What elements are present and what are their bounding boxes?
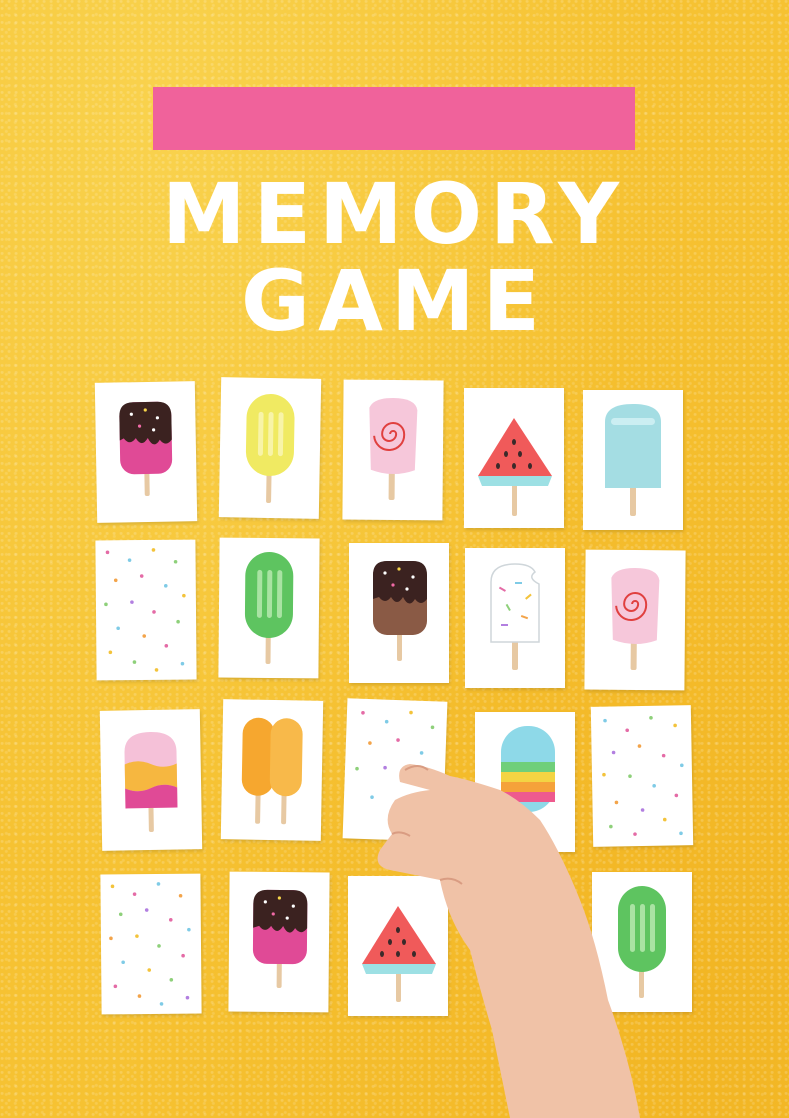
card-rainbow-popsicle[interactable] — [475, 712, 575, 852]
watermelon-popsicle-icon — [362, 906, 436, 1002]
confetti-card-back-icon — [355, 710, 435, 800]
card-green-popsicle[interactable] — [218, 537, 320, 679]
card-orange-double-popsicle[interactable] — [220, 699, 324, 841]
chocolate-sprinkle-popsicle-icon — [119, 401, 173, 496]
watermelon-popsicle-icon — [478, 418, 552, 516]
confetti-card-back-icon — [104, 548, 186, 672]
pink-swirl-popsicle-icon — [369, 398, 418, 500]
chocolate-sprinkle-popsicle-icon — [373, 561, 427, 661]
card-pink-swirl-popsicle-2[interactable] — [584, 549, 686, 691]
card-layered-popsicle[interactable] — [99, 709, 203, 851]
card-chocolate-sprinkle-popsicle-pink-2[interactable] — [228, 871, 330, 1013]
yellow-popsicle-icon — [245, 394, 295, 503]
card-green-popsicle-2[interactable] — [592, 872, 692, 1012]
card-face-down[interactable] — [95, 539, 197, 681]
card-yellow-popsicle[interactable] — [218, 377, 322, 519]
pink-swirl-popsicle-icon — [611, 568, 660, 670]
card-blue-popsicle[interactable] — [583, 390, 683, 530]
orange-double-popsicle-icon — [241, 717, 303, 825]
card-watermelon-popsicle[interactable] — [464, 388, 564, 528]
rainbow-popsicle-icon — [501, 726, 555, 812]
white-sprinkle-popsicle-icon — [490, 563, 540, 670]
green-popsicle-icon — [618, 886, 666, 998]
card-face-down-2[interactable] — [590, 705, 694, 847]
chocolate-sprinkle-popsicle-icon — [252, 889, 308, 989]
green-popsicle-icon — [244, 552, 294, 664]
card-pink-swirl-popsicle[interactable] — [342, 379, 444, 521]
blue-popsicle-icon — [605, 404, 661, 516]
card-chocolate-sprinkle-popsicle-brown[interactable] — [349, 543, 449, 683]
card-chocolate-sprinkle-popsicle-pink[interactable] — [94, 381, 198, 523]
card-face-down-3[interactable] — [100, 873, 202, 1015]
pink-banner — [153, 87, 635, 150]
card-face-down-lifted[interactable] — [342, 698, 448, 842]
title-line-1: MEMORY — [162, 165, 627, 263]
confetti-card-back-icon — [602, 716, 684, 836]
layered-popsicle-icon — [124, 732, 178, 833]
confetti-card-back-icon — [109, 882, 191, 1006]
title-line-2: GAME — [241, 252, 548, 350]
card-watermelon-popsicle-2[interactable] — [348, 876, 448, 1016]
card-white-sprinkle-popsicle[interactable] — [465, 548, 565, 688]
